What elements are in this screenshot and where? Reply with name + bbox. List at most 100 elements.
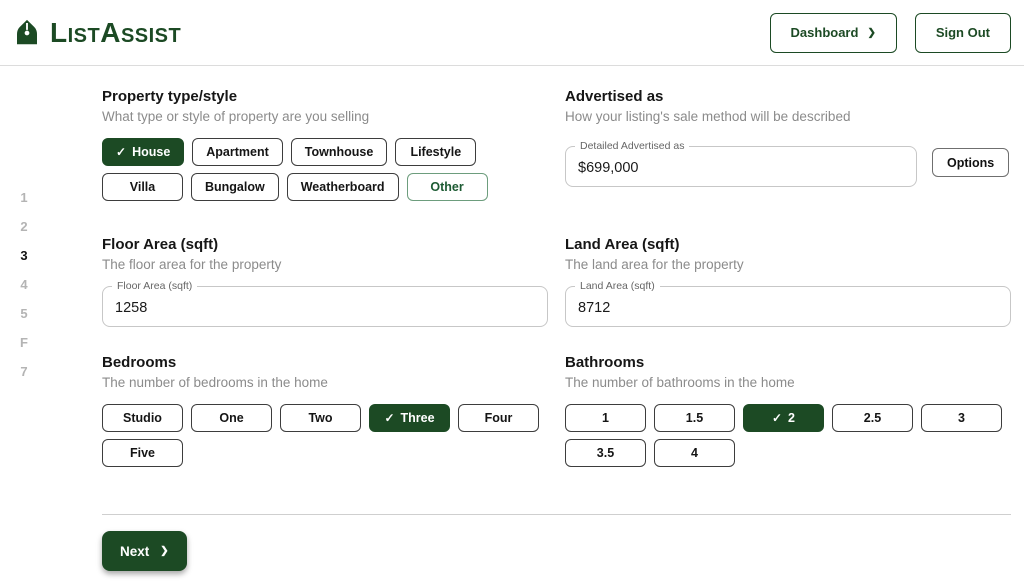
- form-content: Property type/style What type or style o…: [102, 88, 1011, 571]
- brand-name: ListAssist: [50, 19, 181, 47]
- chip-bungalow[interactable]: Bungalow: [191, 173, 279, 201]
- step-indicator-5[interactable]: 5: [14, 306, 34, 322]
- step-indicator-1[interactable]: 1: [14, 190, 34, 206]
- chip-bedrooms-three[interactable]: ✓ Three: [369, 404, 450, 432]
- property-type-chips: ✓ House Apartment Townhouse Lifestyle Vi…: [102, 138, 548, 201]
- chip-label: Villa: [130, 180, 155, 194]
- chip-label: Three: [401, 411, 435, 425]
- step-indicator-3-active[interactable]: 3: [14, 248, 34, 264]
- footer-divider: [102, 514, 1011, 515]
- advertised-as-field: Detailed Advertised as: [565, 146, 917, 187]
- chip-apartment[interactable]: Apartment: [192, 138, 283, 166]
- bathrooms-chips: 1 1.5 ✓ 2 2.5 3 3.: [565, 404, 1011, 467]
- chip-villa[interactable]: Villa: [102, 173, 183, 201]
- section-land-area: Land Area (sqft) The land area for the p…: [565, 236, 1011, 327]
- next-button[interactable]: Next ❯: [102, 531, 187, 571]
- sign-out-button[interactable]: Sign Out: [915, 13, 1011, 53]
- chip-label: Townhouse: [305, 145, 374, 159]
- chip-label: Other: [430, 180, 463, 194]
- step-indicator-4[interactable]: 4: [14, 277, 34, 293]
- header-actions: Dashboard ❯ Sign Out: [770, 13, 1011, 53]
- chip-bathrooms-3[interactable]: 3: [921, 404, 1002, 432]
- section-advertised-as: Advertised as How your listing's sale me…: [565, 88, 1011, 201]
- chevron-right-icon: ❯: [160, 547, 168, 557]
- chip-label: 3.5: [597, 446, 614, 460]
- chip-bathrooms-1-5[interactable]: 1.5: [654, 404, 735, 432]
- step-indicator-f[interactable]: F: [14, 335, 34, 351]
- section-title: Bedrooms: [102, 354, 548, 371]
- chip-bedrooms-five[interactable]: Five: [102, 439, 183, 467]
- section-title: Bathrooms: [565, 354, 1011, 371]
- row-property-advertised: Property type/style What type or style o…: [102, 88, 1011, 201]
- chip-label: 2: [788, 411, 795, 425]
- chip-lifestyle[interactable]: Lifestyle: [395, 138, 476, 166]
- chip-label: Weatherboard: [301, 180, 385, 194]
- chip-bathrooms-3-5[interactable]: 3.5: [565, 439, 646, 467]
- field-floating-label: Floor Area (sqft): [112, 280, 197, 293]
- chip-townhouse[interactable]: Townhouse: [291, 138, 388, 166]
- chip-label: 2.5: [864, 411, 881, 425]
- chip-other[interactable]: Other: [407, 173, 488, 201]
- next-button-label: Next: [120, 544, 149, 559]
- chip-weatherboard[interactable]: Weatherboard: [287, 173, 399, 201]
- check-icon: ✓: [384, 412, 394, 424]
- section-subtitle: The number of bathrooms in the home: [565, 375, 1011, 390]
- section-title: Property type/style: [102, 88, 548, 105]
- section-subtitle: What type or style of property are you s…: [102, 109, 548, 124]
- chip-bathrooms-4[interactable]: 4: [654, 439, 735, 467]
- row-areas: Floor Area (sqft) The floor area for the…: [102, 236, 1011, 327]
- section-subtitle: The number of bedrooms in the home: [102, 375, 548, 390]
- dashboard-button[interactable]: Dashboard ❯: [770, 13, 897, 53]
- chip-label: Bungalow: [205, 180, 265, 194]
- section-title: Land Area (sqft): [565, 236, 1011, 253]
- chip-label: 1.5: [686, 411, 703, 425]
- header: ListAssist Dashboard ❯ Sign Out: [0, 0, 1024, 66]
- chip-label: Studio: [123, 411, 162, 425]
- chip-bathrooms-1[interactable]: 1: [565, 404, 646, 432]
- section-subtitle: The land area for the property: [565, 257, 1011, 272]
- chevron-right-icon: ❯: [867, 28, 875, 38]
- chip-label: Two: [308, 411, 332, 425]
- section-title: Floor Area (sqft): [102, 236, 548, 253]
- dashboard-button-label: Dashboard: [791, 25, 859, 40]
- options-button[interactable]: Options: [932, 148, 1009, 177]
- chip-label: Five: [130, 446, 155, 460]
- section-bathrooms: Bathrooms The number of bathrooms in the…: [565, 354, 1011, 467]
- chip-bathrooms-2-5[interactable]: 2.5: [832, 404, 913, 432]
- brand-logo: ListAssist: [12, 18, 181, 48]
- section-bedrooms: Bedrooms The number of bedrooms in the h…: [102, 354, 548, 467]
- bedrooms-chips: Studio One Two ✓ Three Four: [102, 404, 548, 467]
- check-icon: ✓: [772, 412, 782, 424]
- land-area-field: Land Area (sqft): [565, 286, 1011, 327]
- section-property-type: Property type/style What type or style o…: [102, 88, 548, 201]
- section-subtitle: The floor area for the property: [102, 257, 548, 272]
- section-subtitle: How your listing's sale method will be d…: [565, 109, 1011, 124]
- chip-label: Apartment: [206, 145, 269, 159]
- check-icon: ✓: [116, 146, 126, 158]
- chip-label: Lifestyle: [410, 145, 461, 159]
- chip-bedrooms-studio[interactable]: Studio: [102, 404, 183, 432]
- field-floating-label: Detailed Advertised as: [575, 140, 689, 153]
- step-indicator-2[interactable]: 2: [14, 219, 34, 235]
- advertised-field-line: Detailed Advertised as Options: [565, 138, 1011, 187]
- pen-nib-icon: [12, 18, 42, 48]
- chip-label: Four: [485, 411, 513, 425]
- chip-label: 3: [958, 411, 965, 425]
- chip-label: One: [219, 411, 243, 425]
- chip-house[interactable]: ✓ House: [102, 138, 184, 166]
- field-floating-label: Land Area (sqft): [575, 280, 660, 293]
- page: ListAssist Dashboard ❯ Sign Out 1 2 3 4 …: [0, 0, 1024, 585]
- chip-label: 1: [602, 411, 609, 425]
- step-indicator-7[interactable]: 7: [14, 364, 34, 380]
- chip-bathrooms-2[interactable]: ✓ 2: [743, 404, 824, 432]
- section-title: Advertised as: [565, 88, 1011, 105]
- section-floor-area: Floor Area (sqft) The floor area for the…: [102, 236, 548, 327]
- chip-bedrooms-two[interactable]: Two: [280, 404, 361, 432]
- floor-area-field: Floor Area (sqft): [102, 286, 548, 327]
- sign-out-button-label: Sign Out: [936, 25, 990, 40]
- chip-bedrooms-one[interactable]: One: [191, 404, 272, 432]
- step-rail: 1 2 3 4 5 F 7: [14, 190, 34, 380]
- chip-label: 4: [691, 446, 698, 460]
- chip-label: House: [132, 145, 170, 159]
- chip-bedrooms-four[interactable]: Four: [458, 404, 539, 432]
